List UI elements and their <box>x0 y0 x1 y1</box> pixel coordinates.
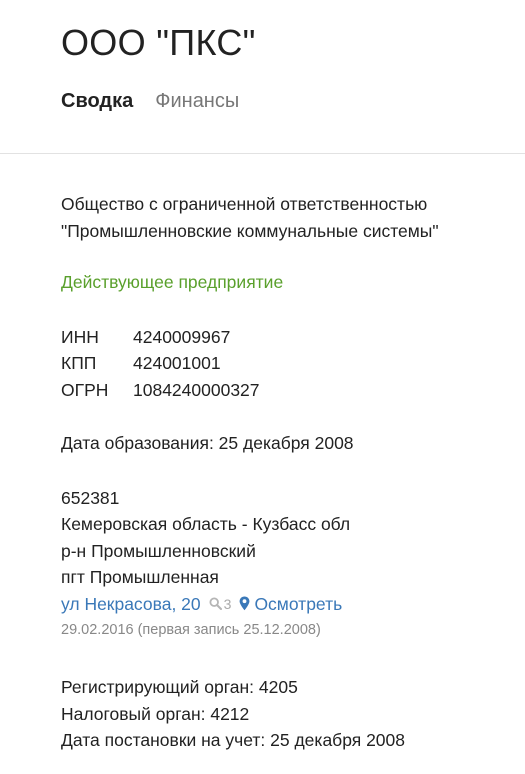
status-badge: Действующее предприятие <box>61 272 284 292</box>
full-name: Общество с ограниченной ответственностью… <box>61 191 525 244</box>
full-name-line-1: Общество с ограниченной ответственностью <box>61 194 428 214</box>
ogrn-value: 1084240000327 <box>133 379 260 400</box>
address-district: р-н Промышленновский <box>61 540 256 561</box>
inn-row: ИНН 4240009967 <box>61 324 525 351</box>
company-details: Общество с ограниченной ответственностью… <box>0 191 525 754</box>
inn-value: 4240009967 <box>133 326 231 347</box>
address-block: 652381 Кемеровская область - Кузбасс обл… <box>61 485 525 642</box>
postal-code: 652381 <box>61 487 120 508</box>
same-address-count[interactable]: 3 <box>209 591 232 618</box>
page-header: ООО "ПКС" Сводка Финансы <box>0 0 525 154</box>
ogrn-row: ОГРН 1084240000327 <box>61 377 525 404</box>
page-title: ООО "ПКС" <box>61 22 256 63</box>
tax-authority: Налоговый орган: 4212 <box>61 703 250 724</box>
tab-summary[interactable]: Сводка <box>61 89 133 113</box>
kpp-value: 424001001 <box>133 353 221 373</box>
tab-bar: Сводка Финансы <box>61 89 525 113</box>
street-link[interactable]: ул Некрасова, 20 <box>61 591 201 618</box>
tax-registration-date: Дата постановки на учет: 25 декабря 2008 <box>61 730 406 750</box>
same-address-count-value: 3 <box>223 595 232 612</box>
map-view-label: Осмотреть <box>254 593 343 614</box>
ogrn-label: ОГРН <box>61 379 109 400</box>
identifiers: ИНН 4240009967 КПП 424001001 ОГРН 108424… <box>61 324 525 404</box>
tab-finance[interactable]: Финансы <box>155 89 239 113</box>
registering-authority: Регистрирующий орган: 4205 <box>61 677 298 697</box>
kpp-row: КПП 424001001 <box>61 350 525 377</box>
address-date-note: 29.02.2016 (первая запись 25.12.2008) <box>61 622 321 638</box>
full-name-line-2: "Промышленновские коммунальные системы" <box>61 220 439 241</box>
search-icon <box>209 597 222 611</box>
address-region: Кемеровская область - Кузбасс обл <box>61 514 351 534</box>
map-view-link[interactable]: Осмотреть <box>239 591 342 618</box>
map-pin-icon <box>240 596 250 611</box>
registration-date: Дата образования: 25 декабря 2008 <box>61 433 354 453</box>
kpp-label: КПП <box>61 353 97 373</box>
inn-label: ИНН <box>61 326 99 347</box>
registry-info: Регистрирующий орган: 4205 Налоговый орг… <box>61 674 525 754</box>
address-street-line: ул Некрасова, 20 3 Осмотреть <box>61 591 525 618</box>
address-locality: пгт Промышленная <box>61 567 219 587</box>
